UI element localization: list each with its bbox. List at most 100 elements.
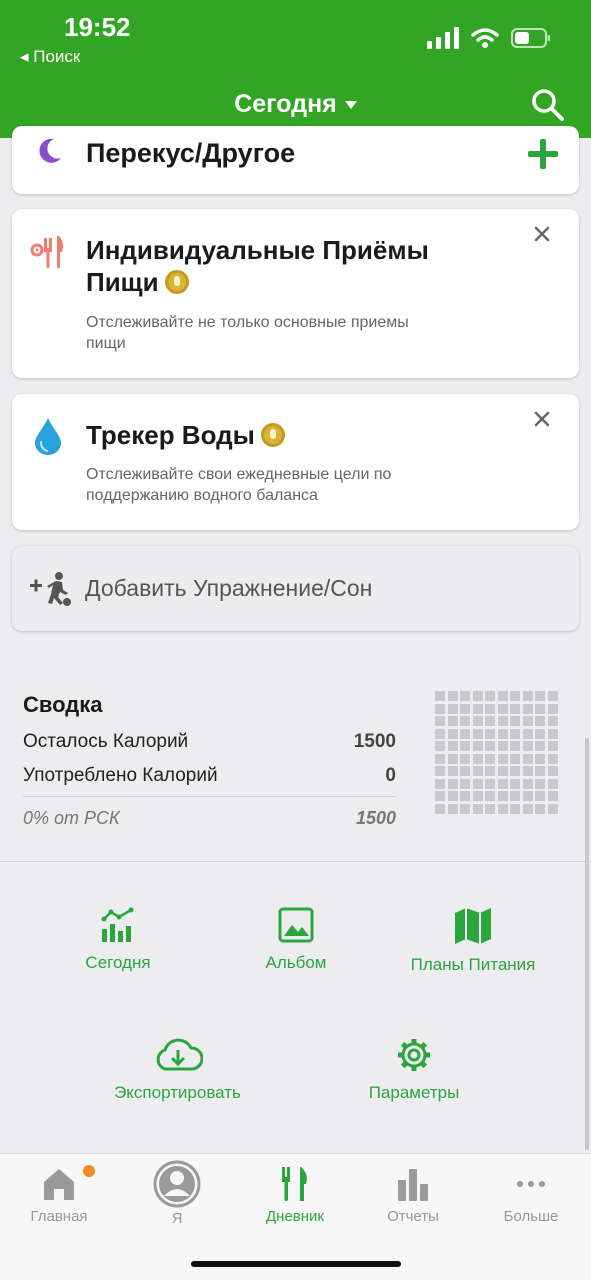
tab-reports[interactable]: Отчеты	[354, 1166, 472, 1225]
calorie-grid-cell	[510, 778, 520, 789]
add-snack-button[interactable]	[527, 138, 559, 170]
album-button[interactable]: Альбом	[236, 907, 356, 973]
calorie-grid-cell	[535, 803, 545, 814]
calorie-grid-cell	[547, 778, 558, 789]
calorie-grid-cell	[447, 691, 458, 701]
calorie-grid-cell	[435, 753, 445, 764]
signal-icon	[427, 27, 459, 49]
calorie-grid-cell	[510, 716, 520, 726]
calorie-grid-cell	[460, 716, 470, 726]
more-dots-icon	[517, 1181, 545, 1187]
calorie-grid-cell	[547, 741, 558, 751]
calorie-grid-cell	[547, 728, 558, 739]
calorie-grid-cell	[547, 791, 558, 801]
calorie-grid-cell	[510, 728, 520, 739]
calorie-grid-cell	[535, 716, 545, 726]
today-report-label: Сегодня	[85, 953, 151, 972]
cloud-download-icon	[156, 1038, 203, 1071]
calorie-grid-cell	[435, 791, 445, 801]
calorie-grid-cell	[497, 691, 508, 701]
status-icons	[427, 27, 551, 49]
calorie-grid-cell	[497, 716, 508, 726]
calorie-grid-cell	[535, 703, 545, 714]
tab-me[interactable]: Я	[118, 1160, 236, 1231]
calorie-grid-cell	[510, 803, 520, 814]
calorie-grid[interactable]	[435, 691, 569, 814]
calorie-grid-cell	[460, 691, 470, 701]
calorie-grid-cell	[460, 791, 470, 801]
calorie-grid-cell	[485, 741, 495, 751]
avatar-icon	[153, 1160, 201, 1208]
calorie-grid-cell	[472, 716, 483, 726]
home-indicator	[191, 1261, 401, 1267]
tab-home[interactable]: Главная	[0, 1166, 118, 1225]
calorie-grid-cell	[435, 691, 445, 701]
bar-chart-icon	[398, 1169, 428, 1201]
back-to-search-link[interactable]: ◂ Поиск	[20, 47, 80, 67]
calorie-grid-cell	[485, 716, 495, 726]
custom-meals-description: Отслеживайте не только основные приемы п…	[86, 314, 409, 352]
calorie-grid-cell	[485, 766, 495, 776]
calorie-grid-cell	[522, 803, 533, 814]
calorie-grid-cell	[435, 703, 445, 714]
calorie-grid-cell	[460, 703, 470, 714]
search-icon[interactable]	[531, 88, 565, 122]
calorie-grid-cell	[522, 766, 533, 776]
consumed-calories-label: Употреблено Калорий	[23, 765, 218, 786]
calorie-grid-cell	[535, 753, 545, 764]
calorie-grid-cell	[472, 728, 483, 739]
calorie-grid-cell	[472, 753, 483, 764]
calorie-grid-cell	[472, 803, 483, 814]
calorie-grid-cell	[510, 791, 520, 801]
meal-plans-button[interactable]: Планы Питания	[392, 907, 554, 975]
calorie-grid-cell	[535, 728, 545, 739]
calorie-grid-cell	[435, 728, 445, 739]
calorie-grid-cell	[510, 753, 520, 764]
status-time: 19:52	[64, 12, 131, 42]
today-report-button[interactable]: Сегодня	[58, 907, 178, 973]
tab-more[interactable]: Больше	[472, 1166, 590, 1225]
calorie-grid-cell	[547, 691, 558, 701]
calorie-grid-cell	[522, 778, 533, 789]
calorie-grid-cell	[447, 741, 458, 751]
calorie-grid-cell	[522, 703, 533, 714]
summary-title: Сводка	[23, 692, 103, 717]
calorie-grid-cell	[485, 691, 495, 701]
calorie-grid-cell	[485, 728, 495, 739]
calorie-grid-cell	[510, 766, 520, 776]
album-label: Альбом	[265, 953, 327, 972]
section-divider	[0, 861, 591, 862]
close-icon[interactable]	[533, 225, 551, 243]
rdi-percent-label: 0% от РСК	[23, 808, 120, 828]
calorie-grid-cell	[460, 741, 470, 751]
tab-diary[interactable]: Дневник	[236, 1166, 354, 1225]
calorie-grid-cell	[447, 703, 458, 714]
calorie-grid-cell	[522, 753, 533, 764]
calorie-grid-cell	[510, 691, 520, 701]
calorie-grid-cell	[497, 766, 508, 776]
snack-row-label: Перекус/Другое	[86, 138, 296, 168]
settings-button[interactable]: Параметры	[350, 1037, 478, 1103]
tab-diary-label: Дневник	[266, 1208, 324, 1225]
calorie-grid-cell	[460, 766, 470, 776]
calorie-grid-cell	[460, 778, 470, 789]
close-icon[interactable]	[533, 410, 551, 428]
calorie-grid-cell	[447, 716, 458, 726]
add-exercise-button[interactable]: Добавить Упражнение/Сон	[12, 546, 579, 631]
water-tracker-card[interactable]: Трекер Воды Отслеживайте свои ежедневные…	[12, 394, 579, 530]
export-button[interactable]: Экспортировать	[95, 1037, 260, 1103]
calorie-grid-cell	[497, 741, 508, 751]
calorie-grid-cell	[485, 703, 495, 714]
calorie-grid-cell	[535, 791, 545, 801]
add-exercise-label: Добавить Упражнение/Сон	[85, 575, 373, 601]
moon-icon	[39, 138, 61, 163]
home-icon	[44, 1169, 74, 1200]
scrollbar[interactable]	[585, 738, 589, 1150]
date-selector[interactable]: Сегодня	[0, 90, 591, 119]
custom-meals-card[interactable]: Индивидуальные Приёмы Пищи Отслеживайте …	[12, 209, 579, 378]
calorie-grid-cell	[535, 741, 545, 751]
calorie-grid-cell	[472, 741, 483, 751]
calorie-grid-cell	[497, 803, 508, 814]
wifi-icon	[471, 28, 499, 48]
calorie-grid-cell	[435, 803, 445, 814]
